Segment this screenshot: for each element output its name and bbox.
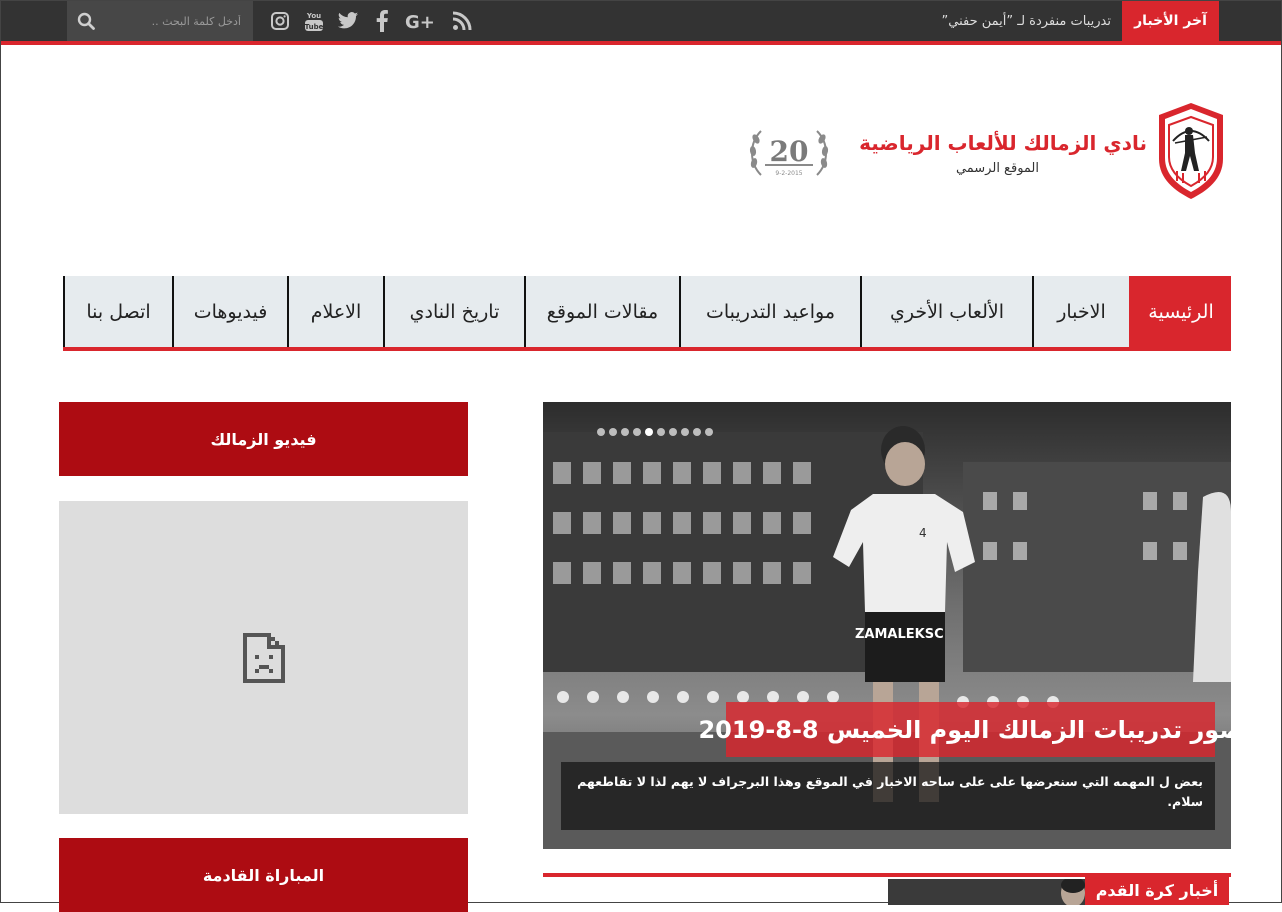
breaking-news-label: آخر الأخبار: [1122, 1, 1219, 41]
search-icon[interactable]: [75, 10, 97, 32]
nav-item-media[interactable]: الاعلام: [287, 276, 383, 347]
svg-text:You: You: [306, 12, 321, 20]
nav-item-training-schedule[interactable]: مواعيد التدريبات: [679, 276, 860, 347]
nav-item-news[interactable]: الاخبار: [1032, 276, 1129, 347]
slide-description-box: بعض ل المهمه التي سنعرضها على على ساحه ا…: [561, 762, 1215, 830]
badge-date: 9-2-2015: [775, 170, 802, 177]
slide-title: صور تدريبات الزمالك اليوم الخميس 8-8-201…: [698, 715, 1231, 744]
slider-dot[interactable]: [621, 428, 629, 436]
slider-dots: [597, 428, 713, 436]
nav-item-contact[interactable]: اتصل بنا: [63, 276, 172, 347]
slider-dot[interactable]: [681, 428, 689, 436]
search-box: [67, 1, 253, 41]
main-navigation: الرئيسية الاخبار الألعاب الأخري مواعيد ا…: [63, 276, 1231, 351]
video-section-header: فيديو الزمالك: [59, 402, 468, 476]
football-news-thumbnail[interactable]: [888, 879, 1088, 905]
nav-item-videos[interactable]: فيديوهات: [172, 276, 287, 347]
instagram-icon[interactable]: [269, 10, 291, 32]
search-input[interactable]: [105, 9, 245, 33]
slider-dot[interactable]: [633, 428, 641, 436]
slider-dot[interactable]: [597, 428, 605, 436]
slider-dot[interactable]: [645, 428, 653, 436]
slide-description: بعض ل المهمه التي سنعرضها على على ساحه ا…: [577, 774, 1203, 809]
video-embed[interactable]: [59, 501, 468, 814]
top-bar: آخر الأخبار تدريبات منفردة لـ ”أيمن حفني…: [1, 1, 1281, 41]
jersey-number: 4: [919, 526, 927, 540]
next-match-header: المباراة القادمة: [59, 838, 468, 912]
nav-items: الرئيسية الاخبار الألعاب الأخري مواعيد ا…: [63, 276, 1231, 347]
nav-item-club-history[interactable]: تاريخ النادي: [383, 276, 524, 347]
broken-file-icon: [242, 632, 285, 683]
featured-slider[interactable]: 4 ZAMALEKSC صور تدريبات الزمالك اليوم ال…: [543, 402, 1231, 849]
badge-number: 20: [770, 135, 809, 168]
club-crest-icon: [1159, 103, 1223, 199]
club-subtitle: الموقع الرسمي: [955, 161, 1039, 176]
slider-dot[interactable]: [609, 428, 617, 436]
slider-dot[interactable]: [693, 428, 701, 436]
slider-dot[interactable]: [657, 428, 665, 436]
football-news-label[interactable]: أخبار كرة القدم: [1085, 877, 1229, 905]
site-logo[interactable]: 20 9-2-2015 نادي الزمالك للألعاب الرياضي…: [747, 101, 1229, 201]
svg-text:G+: G+: [405, 12, 435, 31]
nav-item-articles[interactable]: مقالات الموقع: [524, 276, 679, 347]
svg-text:Tube: Tube: [305, 23, 324, 31]
anniversary-badge-icon: 20 9-2-2015: [749, 130, 829, 177]
nav-item-other-sports[interactable]: الألعاب الأخري: [860, 276, 1032, 347]
twitter-icon[interactable]: [337, 10, 359, 32]
rss-icon[interactable]: [451, 10, 473, 32]
slider-dot[interactable]: [705, 428, 713, 436]
topbar-accent-line: [1, 41, 1281, 45]
nav-item-home[interactable]: الرئيسية: [1129, 276, 1231, 347]
slider-dot[interactable]: [669, 428, 677, 436]
facebook-icon[interactable]: [371, 10, 393, 32]
youtube-icon[interactable]: You Tube: [303, 10, 325, 32]
social-icons: You Tube G+: [269, 1, 473, 41]
google-plus-icon[interactable]: G+: [405, 10, 439, 32]
club-name: نادي الزمالك للألعاب الرياضية: [859, 131, 1147, 155]
slide-watermark: ZAMALEKSC: [855, 627, 944, 642]
nav-accent-line: [63, 347, 1231, 351]
breaking-news-ticker[interactable]: تدريبات منفردة لـ ”أيمن حفني”: [942, 1, 1111, 41]
slide-title-box[interactable]: صور تدريبات الزمالك اليوم الخميس 8-8-201…: [698, 702, 1231, 757]
